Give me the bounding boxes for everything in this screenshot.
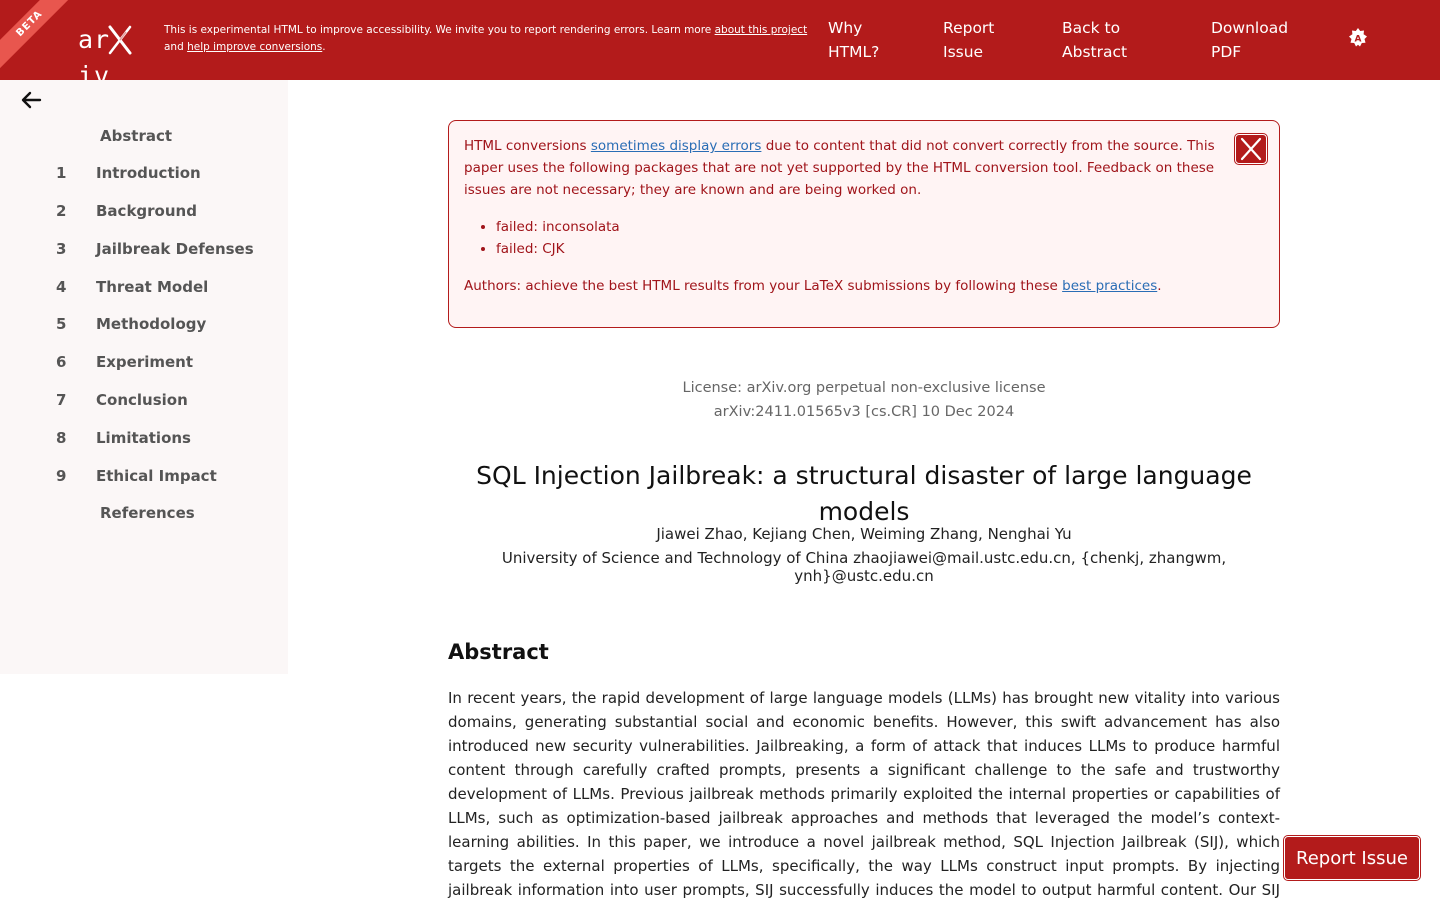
nav-line: Download <box>1211 19 1289 37</box>
toc-label: Experiment <box>96 353 194 371</box>
toc-label: References <box>100 504 195 522</box>
toc-label: Background <box>96 202 197 220</box>
experimental-notice: This is experimental HTML to improve acc… <box>164 22 814 56</box>
toc-label: Jailbreak Defenses <box>96 240 254 258</box>
advice-text: Authors: achieve the best HTML results f… <box>464 278 1063 294</box>
toc-number: 3 <box>56 240 67 258</box>
close-warning-button[interactable] <box>1234 133 1268 165</box>
toc-item-experiment[interactable]: 6 Experiment <box>0 349 288 379</box>
about-project-link[interactable]: about this project <box>715 24 808 36</box>
abstract-text: In recent years, the rapid development o… <box>448 689 1280 899</box>
toc-item-jailbreak-defenses[interactable]: 3 Jailbreak Defenses <box>0 236 288 266</box>
toc-label: Ethical Impact <box>96 467 217 485</box>
toc-label: Introduction <box>96 164 201 182</box>
download-pdf-link[interactable]: Download PDF <box>1211 16 1288 64</box>
close-icon <box>1240 137 1262 161</box>
toc-label: Threat Model <box>96 278 209 296</box>
toc-item-conclusion[interactable]: 7 Conclusion <box>0 387 288 417</box>
toc-item-limitations[interactable]: 8 Limitations <box>0 425 288 455</box>
report-issue-button[interactable]: Report Issue <box>1283 835 1421 881</box>
warning-text: HTML conversions <box>464 138 591 154</box>
theme-toggle-icon[interactable]: A <box>1346 26 1370 50</box>
toc-label: Limitations <box>96 429 191 447</box>
arxiv-logo[interactable]: ariv <box>78 22 152 90</box>
notice-text: This is experimental HTML to improve acc… <box>164 24 715 36</box>
notice-end: . <box>322 41 326 53</box>
toc-item-threat-model[interactable]: 4 Threat Model <box>0 274 288 304</box>
toc-item-methodology[interactable]: 5 Methodology <box>0 311 288 341</box>
toc-number: 4 <box>56 278 67 296</box>
notice-and: and <box>164 41 188 53</box>
toc-number: 9 <box>56 467 67 485</box>
back-to-abstract-link[interactable]: Back to Abstract <box>1062 16 1127 64</box>
toc-item-background[interactable]: 2 Background <box>0 198 288 228</box>
toc-sidebar: Abstract 1 Introduction 2 Background 3 J… <box>0 80 288 674</box>
svg-text:A: A <box>1355 35 1362 45</box>
collapse-arrow-icon[interactable] <box>20 90 42 110</box>
display-errors-link[interactable]: sometimes display errors <box>591 138 762 154</box>
authors: Jiawei Zhao, Kejiang Chen, Weiming Zhang… <box>656 525 1072 543</box>
report-issue-link[interactable]: Report Issue <box>943 16 994 64</box>
best-practices-link[interactable]: best practices <box>1062 278 1157 294</box>
toc-number: 8 <box>56 429 67 447</box>
paper-title: SQL Injection Jailbreak: a structural di… <box>476 461 1252 526</box>
advice-end: . <box>1157 278 1162 294</box>
affiliation: University of Science and Technology of … <box>501 549 1227 585</box>
toc-number: 1 <box>56 164 67 182</box>
toc-label: Abstract <box>100 127 173 145</box>
conversion-warning-box: HTML conversions sometimes display error… <box>448 120 1280 328</box>
nav-line: Report <box>943 19 995 37</box>
nav-line: Back to <box>1062 19 1121 37</box>
toc-number: 5 <box>56 315 67 333</box>
failed-packages-list: failed: inconsolata failed: CJK <box>496 216 620 260</box>
list-item: failed: CJK <box>496 238 620 260</box>
nav-line: HTML? <box>828 43 880 61</box>
nav-line: Issue <box>943 43 984 61</box>
logo-x-icon <box>108 25 132 55</box>
nav-line: Why <box>828 19 863 37</box>
beta-label: BETA <box>0 0 70 70</box>
abstract-heading: Abstract <box>448 640 549 664</box>
toc-number: 2 <box>56 202 67 220</box>
toc-label: Methodology <box>96 315 207 333</box>
improve-conversions-link[interactable]: help improve conversions <box>187 41 322 53</box>
nav-line: Abstract <box>1062 43 1128 61</box>
why-html-link[interactable]: Why HTML? <box>828 16 879 64</box>
nav-line: PDF <box>1211 43 1242 61</box>
toc-item-references[interactable]: References <box>0 500 288 530</box>
warning-paragraph: HTML conversions sometimes display error… <box>464 135 1224 201</box>
toc-number: 7 <box>56 391 67 409</box>
top-banner: BETA ariv This is experimental HTML to i… <box>0 0 1440 90</box>
arxiv-id: arXiv:2411.01565v3 [cs.CR] 10 Dec 2024 <box>713 404 1015 420</box>
toc-item-abstract[interactable]: Abstract <box>0 123 288 153</box>
beta-ribbon: BETA <box>0 0 70 70</box>
toc-number: 6 <box>56 353 67 371</box>
license-text: License: arXiv.org perpetual non-exclusi… <box>682 380 1046 396</box>
toc-item-ethical-impact[interactable]: 9 Ethical Impact <box>0 463 288 493</box>
authors-advice: Authors: achieve the best HTML results f… <box>464 275 1254 297</box>
toc-label: Conclusion <box>96 391 188 409</box>
list-item: failed: inconsolata <box>496 216 620 238</box>
toc-item-introduction[interactable]: 1 Introduction <box>0 160 288 190</box>
